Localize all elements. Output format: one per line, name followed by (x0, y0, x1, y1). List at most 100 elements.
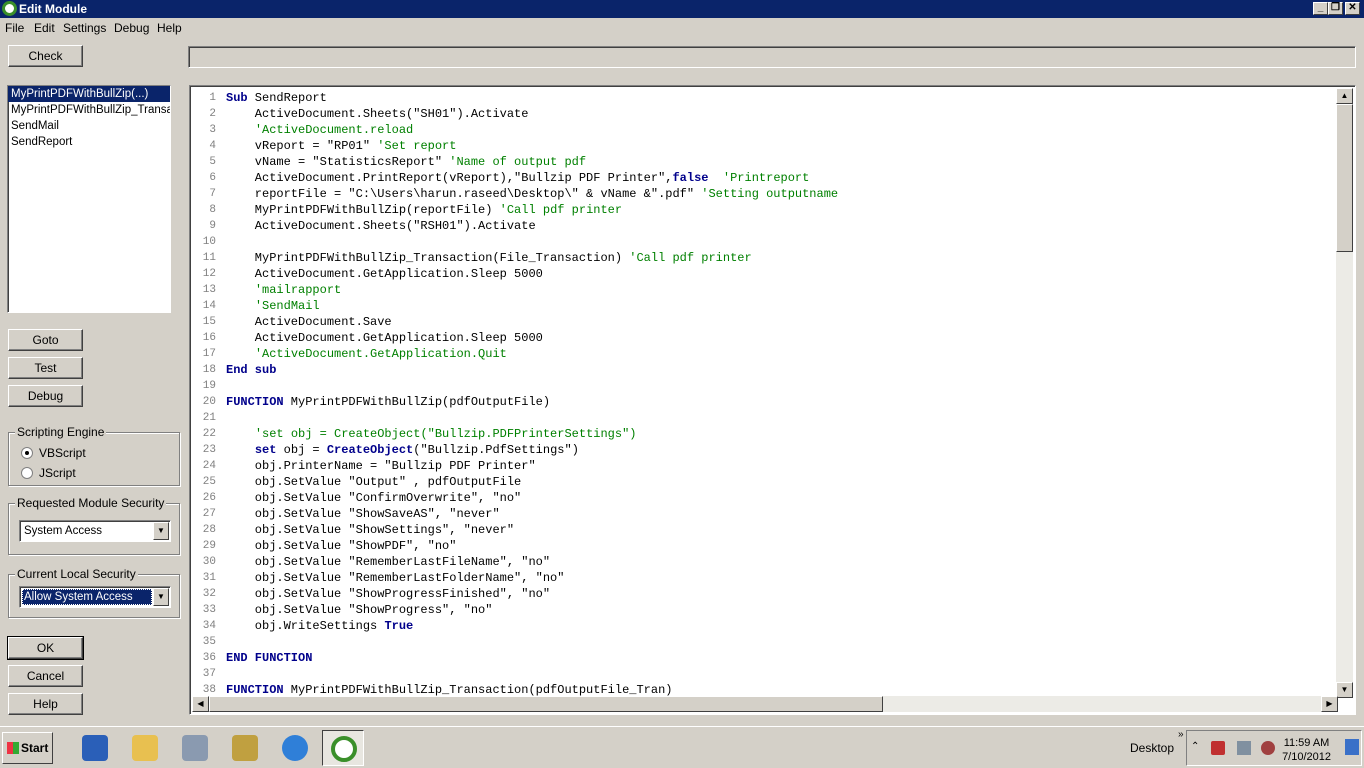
network-icon[interactable] (1237, 741, 1251, 755)
test-button[interactable]: Test (8, 357, 83, 379)
line-number-gutter: 1 2 3 4 5 6 7 8 9 10 11 12 13 14 15 16 17 18 19 20 21 22 23 24 2… (192, 88, 216, 698)
vertical-scrollbar[interactable]: ▲ ▼ (1336, 88, 1353, 698)
code-line[interactable]: vReport = "RP01" 'Set report (226, 138, 457, 154)
scroll-right-icon[interactable]: ▶ (1321, 696, 1338, 712)
code-line[interactable]: Sub SendReport (226, 90, 327, 106)
code-area[interactable]: Sub SendReport ActiveDocument.Sheets("SH… (220, 88, 1336, 698)
code-line[interactable]: obj.SetValue "ShowSettings", "never" (226, 522, 514, 538)
code-line[interactable]: vName = "StatisticsReport" 'Name of outp… (226, 154, 586, 170)
module-item[interactable]: SendReport (8, 134, 170, 150)
code-line[interactable]: END FUNCTION (226, 650, 312, 666)
scroll-left-icon[interactable]: ◀ (192, 696, 209, 712)
volume-muted-icon[interactable] (1261, 741, 1275, 755)
menu-help[interactable]: Help (157, 21, 182, 35)
cancel-button[interactable]: Cancel (8, 665, 83, 687)
desktop-toolbar-label[interactable]: Desktop (1130, 741, 1174, 755)
chevron-right-icon[interactable]: » (1178, 729, 1184, 740)
code-line[interactable]: ActiveDocument.Sheets("SH01").Activate (226, 106, 529, 122)
code-line[interactable]: ActiveDocument.GetApplication.Sleep 5000 (226, 330, 543, 346)
code-line[interactable]: MyPrintPDFWithBullZip(reportFile) 'Call … (226, 202, 622, 218)
code-line[interactable]: reportFile = "C:\Users\harun.raseed\Desk… (226, 186, 838, 202)
debug-button[interactable]: Debug (8, 385, 83, 407)
requested-security-select[interactable]: System Access ▼ (19, 520, 171, 542)
line-number: 32 (202, 588, 216, 600)
system-tray: ⌃ 11:59 AM 7/10/2012 (1186, 730, 1362, 766)
status-field (188, 46, 1356, 68)
clock[interactable]: 11:59 AM 7/10/2012 (1282, 736, 1331, 764)
code-line[interactable]: End sub (226, 362, 276, 378)
ok-button[interactable]: OK (7, 636, 84, 660)
line-number: 12 (202, 268, 216, 280)
code-line[interactable]: ActiveDocument.GetApplication.Sleep 5000 (226, 266, 543, 282)
module-item[interactable]: MyPrintPDFWithBullZip_Transaction(...) (8, 102, 170, 118)
local-security-select[interactable]: Allow System Access ▼ (19, 586, 171, 608)
vbscript-radio[interactable]: VBScript (21, 445, 161, 461)
horizontal-scroll-thumb[interactable] (209, 696, 883, 712)
code-line[interactable]: 'ActiveDocument.reload (226, 122, 413, 138)
jscript-radio[interactable]: JScript (21, 465, 161, 481)
code-line[interactable]: 'ActiveDocument.GetApplication.Quit (226, 346, 507, 362)
dropdown-arrow-icon[interactable]: ▼ (153, 522, 169, 540)
menu-edit[interactable]: Edit (34, 21, 55, 35)
module-item[interactable]: SendMail (8, 118, 170, 134)
taskbar-app-active[interactable] (322, 730, 364, 766)
taskbar-app[interactable] (274, 730, 316, 766)
code-line[interactable]: obj.SetValue "RememberLastFileName", "no… (226, 554, 550, 570)
line-number: 7 (209, 188, 216, 200)
code-line[interactable]: ActiveDocument.Save (226, 314, 392, 330)
windows-flag-icon (7, 742, 19, 754)
scroll-down-icon[interactable]: ▼ (1336, 682, 1353, 698)
taskbar-app[interactable] (124, 730, 166, 766)
taskbar-app[interactable] (224, 730, 266, 766)
menu-bar: File Edit Settings Debug Help (0, 18, 1364, 38)
qlikview-icon (331, 736, 357, 762)
code-line[interactable]: obj.PrinterName = "Bullzip PDF Printer" (226, 458, 536, 474)
code-line[interactable]: MyPrintPDFWithBullZip_Transaction(File_T… (226, 250, 752, 266)
code-line[interactable]: obj.WriteSettings True (226, 618, 413, 634)
scroll-up-icon[interactable]: ▲ (1336, 88, 1353, 104)
menu-settings[interactable]: Settings (63, 21, 106, 35)
close-button[interactable]: ✕ (1345, 2, 1360, 15)
taskbar-app[interactable] (174, 730, 216, 766)
code-line[interactable]: FUNCTION MyPrintPDFWithBullZip(pdfOutput… (226, 394, 550, 410)
line-number: 6 (209, 172, 216, 184)
code-line[interactable]: obj.SetValue "Output" , pdfOutputFile (226, 474, 521, 490)
menu-debug[interactable]: Debug (114, 21, 149, 35)
line-number: 30 (202, 556, 216, 568)
radio-unchecked-icon (21, 467, 33, 479)
line-number: 1 (209, 92, 216, 104)
menu-file[interactable]: File (5, 21, 24, 35)
code-line[interactable]: 'set obj = CreateObject("Bullzip.PDFPrin… (226, 426, 637, 442)
restore-button[interactable]: ❐ (1328, 2, 1343, 15)
module-list[interactable]: MyPrintPDFWithBullZip(...) MyPrintPDFWit… (7, 85, 171, 313)
code-line[interactable]: obj.SetValue "ConfirmOverwrite", "no" (226, 490, 521, 506)
line-number: 9 (209, 220, 216, 232)
code-editor[interactable]: 1 2 3 4 5 6 7 8 9 10 11 12 13 14 15 16 17 18 19 20 21 22 23 24 2… (189, 85, 1356, 715)
check-button[interactable]: Check (8, 45, 83, 67)
horizontal-scrollbar[interactable]: ◀ ▶ (192, 696, 1338, 712)
code-line[interactable]: obj.SetValue "ShowProgress", "no" (226, 602, 493, 618)
show-desktop-icon[interactable] (1345, 739, 1359, 755)
show-hidden-icons-icon[interactable]: ⌃ (1191, 741, 1199, 752)
code-line[interactable]: ActiveDocument.PrintReport(vReport),"Bul… (226, 170, 810, 186)
dropdown-arrow-icon[interactable]: ▼ (153, 588, 169, 606)
code-line[interactable]: obj.SetValue "ShowPDF", "no" (226, 538, 457, 554)
taskbar-app[interactable] (74, 730, 116, 766)
code-line[interactable]: obj.SetValue "RememberLastFolderName", "… (226, 570, 565, 586)
start-button[interactable]: Start (2, 732, 53, 764)
scripting-engine-label: Scripting Engine (15, 425, 107, 439)
minimize-button[interactable]: _ (1313, 2, 1328, 15)
code-line[interactable]: obj.SetValue "ShowSaveAS", "never" (226, 506, 500, 522)
code-line[interactable]: ActiveDocument.Sheets("RSH01").Activate (226, 218, 536, 234)
help-button[interactable]: Help (8, 693, 83, 715)
code-line[interactable]: 'mailrapport (226, 282, 341, 298)
code-line[interactable]: 'SendMail (226, 298, 320, 314)
code-line[interactable]: obj.SetValue "ShowProgressFinished", "no… (226, 586, 550, 602)
module-item[interactable]: MyPrintPDFWithBullZip(...) (8, 86, 170, 102)
folder-icon (132, 735, 158, 761)
vertical-scroll-thumb[interactable] (1336, 104, 1353, 252)
line-number: 10 (202, 236, 216, 248)
code-line[interactable]: set obj = CreateObject("Bullzip.PdfSetti… (226, 442, 579, 458)
goto-button[interactable]: Goto (8, 329, 83, 351)
action-center-icon[interactable] (1211, 741, 1225, 755)
